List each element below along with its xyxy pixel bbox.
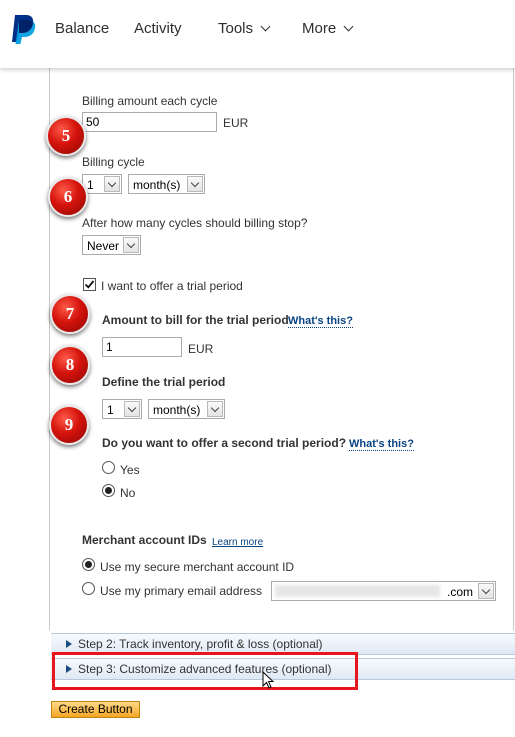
billing-cycle-label: Billing cycle <box>82 155 145 169</box>
callout-badge-7: 7 <box>50 294 90 334</box>
second-trial-label: Do you want to offer a second trial peri… <box>102 436 347 450</box>
nav-more[interactable]: More <box>302 20 354 37</box>
callout-badge-6: 6 <box>48 177 88 217</box>
email-address-select[interactable]: .com <box>271 581 496 601</box>
mouse-cursor-icon <box>262 671 274 689</box>
trial-offer-label: I want to offer a trial period <box>101 279 243 293</box>
callout-badge-8: 8 <box>50 345 90 385</box>
learn-more-link[interactable]: Learn more <box>212 537 263 548</box>
second-trial-no-radio[interactable] <box>102 484 115 497</box>
trial-period-label: Define the trial period <box>102 375 226 389</box>
second-whats-this-link[interactable]: What's this? <box>349 438 414 451</box>
callout-badge-9: 9 <box>49 405 89 445</box>
chevron-down-icon <box>207 401 223 417</box>
primary-email-label: Use my primary email address <box>100 584 263 598</box>
paypal-logo-icon[interactable] <box>9 13 37 45</box>
chevron-down-icon <box>260 21 271 32</box>
billing-stop-label: After how many cycles should billing sto… <box>82 216 308 230</box>
highlight-box <box>52 652 358 690</box>
panel-left-border <box>49 68 50 630</box>
billing-amount-currency: EUR <box>223 116 249 130</box>
trial-period-unit-select[interactable]: month(s) <box>148 399 225 419</box>
checkmark-icon <box>84 280 95 289</box>
primary-email-radio[interactable] <box>82 582 95 595</box>
expand-triangle-icon <box>66 640 72 648</box>
chevron-down-icon <box>104 176 120 192</box>
secure-merchant-id-label: Use my secure merchant account ID <box>100 560 295 574</box>
panel-right-border <box>513 68 514 630</box>
nav-activity[interactable]: Activity <box>134 20 182 37</box>
trial-period-count-select[interactable]: 1 <box>102 399 142 419</box>
chevron-down-icon <box>478 583 494 599</box>
second-trial-yes-radio[interactable] <box>102 461 115 474</box>
billing-amount-label: Billing amount each cycle <box>82 94 218 108</box>
secure-merchant-id-radio[interactable] <box>82 558 95 571</box>
billing-cycle-count-select[interactable]: 1 <box>82 174 122 194</box>
trial-offer-checkbox[interactable] <box>83 278 96 291</box>
chevron-down-icon <box>124 401 140 417</box>
chevron-down-icon <box>187 176 203 192</box>
chevron-down-icon <box>343 21 354 32</box>
nav-tools[interactable]: Tools <box>218 20 271 37</box>
billing-stop-select[interactable]: Never <box>82 235 141 255</box>
second-trial-yes-label: Yes <box>120 463 140 477</box>
create-button[interactable]: Create Button <box>51 701 140 718</box>
second-trial-no-label: No <box>120 486 136 500</box>
blurred-email <box>275 585 440 597</box>
chevron-down-icon <box>123 237 139 253</box>
trial-amount-currency: EUR <box>188 342 214 356</box>
trial-amount-input[interactable] <box>102 337 182 357</box>
billing-cycle-unit-select[interactable]: month(s) <box>128 174 205 194</box>
billing-amount-input[interactable] <box>82 112 217 132</box>
merchant-ids-title: Merchant account IDs <box>82 533 207 547</box>
trial-amount-label: Amount to bill for the trial period <box>102 313 289 327</box>
top-navigation: Balance Activity Tools More <box>0 0 515 68</box>
whats-this-link[interactable]: What's this? <box>288 315 353 328</box>
nav-balance[interactable]: Balance <box>55 20 109 37</box>
callout-badge-5: 5 <box>46 116 86 156</box>
